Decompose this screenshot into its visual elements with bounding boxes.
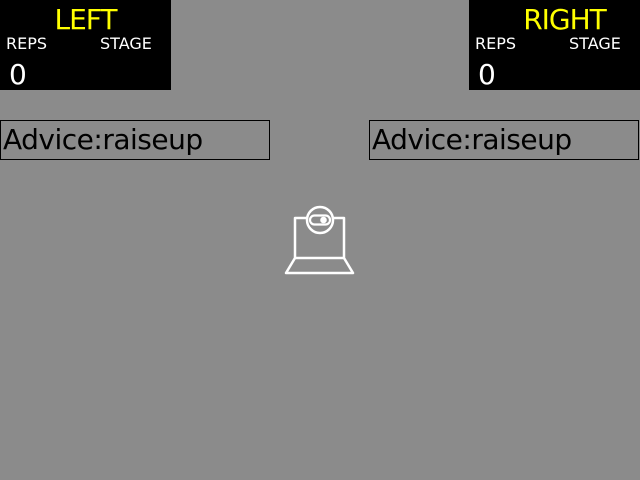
right-counter-panel: RIGHT REPS STAGE 0 bbox=[469, 0, 640, 90]
right-advice-box: Advice:raiseup bbox=[369, 120, 639, 160]
left-counter-panel: LEFT REPS STAGE 0 bbox=[0, 0, 171, 90]
webcam-icon bbox=[284, 205, 355, 275]
left-reps-value: 0 bbox=[9, 58, 27, 91]
right-panel-title: RIGHT bbox=[523, 3, 607, 36]
right-reps-value: 0 bbox=[478, 58, 496, 91]
left-panel-title: LEFT bbox=[54, 3, 117, 36]
left-reps-label: REPS bbox=[6, 34, 48, 53]
left-advice-box: Advice:raiseup bbox=[0, 120, 270, 160]
left-stage-label: STAGE bbox=[100, 34, 152, 53]
right-stage-label: STAGE bbox=[569, 34, 621, 53]
right-reps-label: REPS bbox=[475, 34, 517, 53]
